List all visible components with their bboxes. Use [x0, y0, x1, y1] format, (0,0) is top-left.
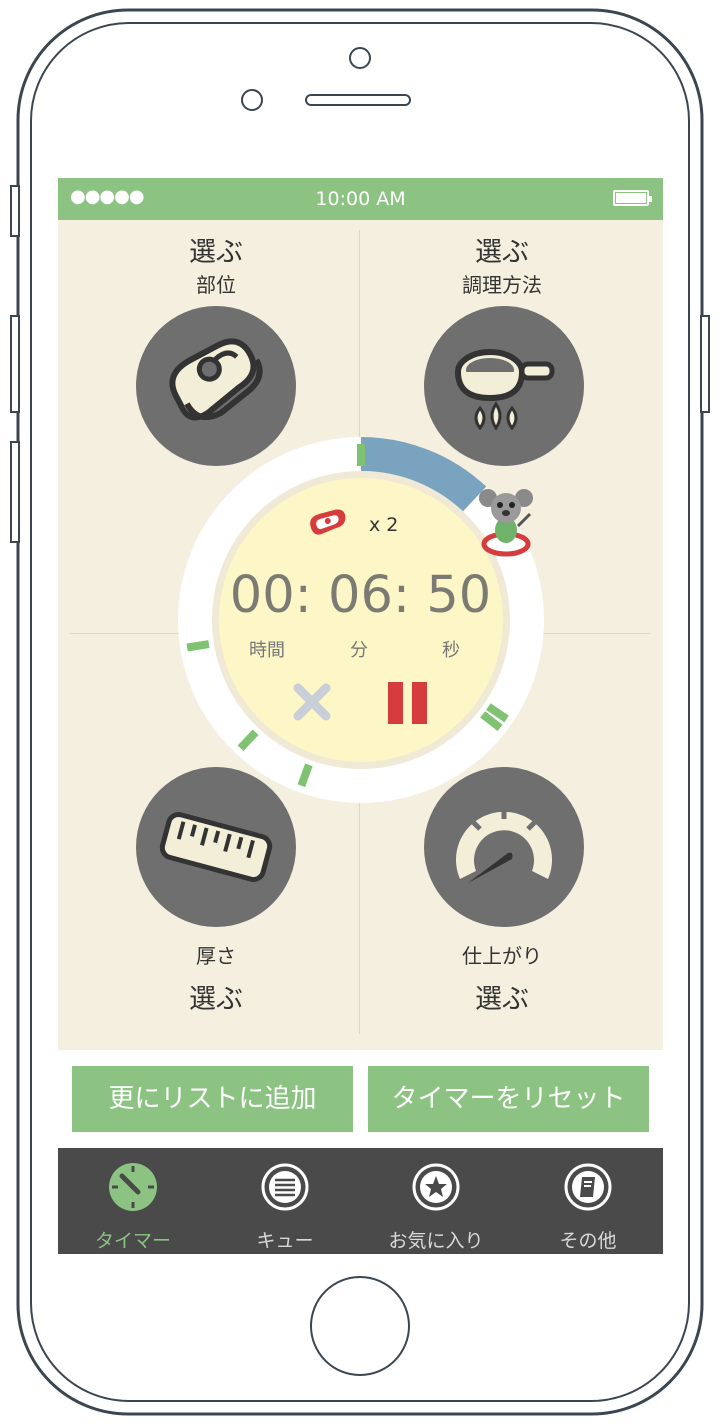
tab-queue-label: キュー	[256, 1230, 314, 1252]
list-icon	[261, 1163, 309, 1211]
battery-icon	[613, 190, 652, 206]
action-bar: 更にリストに追加 タイマーをリセット	[58, 1050, 663, 1148]
cut-action: 選ぶ	[189, 237, 243, 268]
method-select-label[interactable]: 選ぶ 調理方法	[426, 230, 578, 298]
method-label: 調理方法	[462, 273, 542, 297]
hours-unit-label: 時間	[249, 640, 285, 661]
ring-tick-mark-5	[186, 640, 210, 652]
tab-queue[interactable]: キュー	[210, 1148, 360, 1254]
doneness-select-label[interactable]: 仕上がり 選ぶ	[426, 940, 578, 1016]
reset-timer-button[interactable]: タイマーをリセット	[368, 1066, 649, 1132]
thickness-label: 厚さ	[196, 944, 236, 968]
app-screen: ●●●●● 10:00 AM 選ぶ 部位 選ぶ 調理方法 厚さ 選ぶ 仕上がり …	[58, 178, 663, 1254]
doneness-action: 選ぶ	[475, 984, 529, 1015]
tab-other[interactable]: その他	[513, 1148, 663, 1254]
tab-other-label: その他	[559, 1230, 617, 1252]
steak-small-icon	[310, 509, 346, 535]
cut-label: 部位	[196, 273, 236, 297]
add-to-list-button[interactable]: 更にリストに追加	[72, 1066, 353, 1132]
tab-favorites-label: お気に入り	[388, 1230, 484, 1252]
timer-icon	[109, 1163, 157, 1211]
status-bar: ●●●●● 10:00 AM	[58, 178, 663, 220]
book-icon	[564, 1163, 612, 1211]
tab-timer-label: タイマー	[94, 1230, 171, 1252]
doneness-label: 仕上がり	[462, 944, 542, 968]
pause-button[interactable]	[388, 682, 428, 724]
star-icon	[412, 1163, 460, 1211]
cut-select-label[interactable]: 選ぶ 部位	[140, 230, 292, 298]
quantity-label: x 2	[369, 514, 399, 536]
tab-bar: タイマー キュー お気に入り その他	[58, 1148, 663, 1254]
koala-mascot-icon	[479, 489, 533, 557]
thickness-action: 選ぶ	[189, 984, 243, 1015]
tab-timer[interactable]: タイマー	[58, 1148, 208, 1254]
minutes-unit-label: 分	[350, 640, 368, 661]
timer-display: 00: 06: 50	[229, 566, 492, 625]
cancel-timer-button[interactable]	[290, 680, 334, 724]
seconds-unit-label: 秒	[442, 640, 460, 661]
status-time: 10:00 AM	[315, 188, 406, 210]
method-action: 選ぶ	[475, 237, 529, 268]
tab-favorites[interactable]: お気に入り	[361, 1148, 511, 1254]
thickness-select-label[interactable]: 厚さ 選ぶ	[140, 940, 292, 1016]
